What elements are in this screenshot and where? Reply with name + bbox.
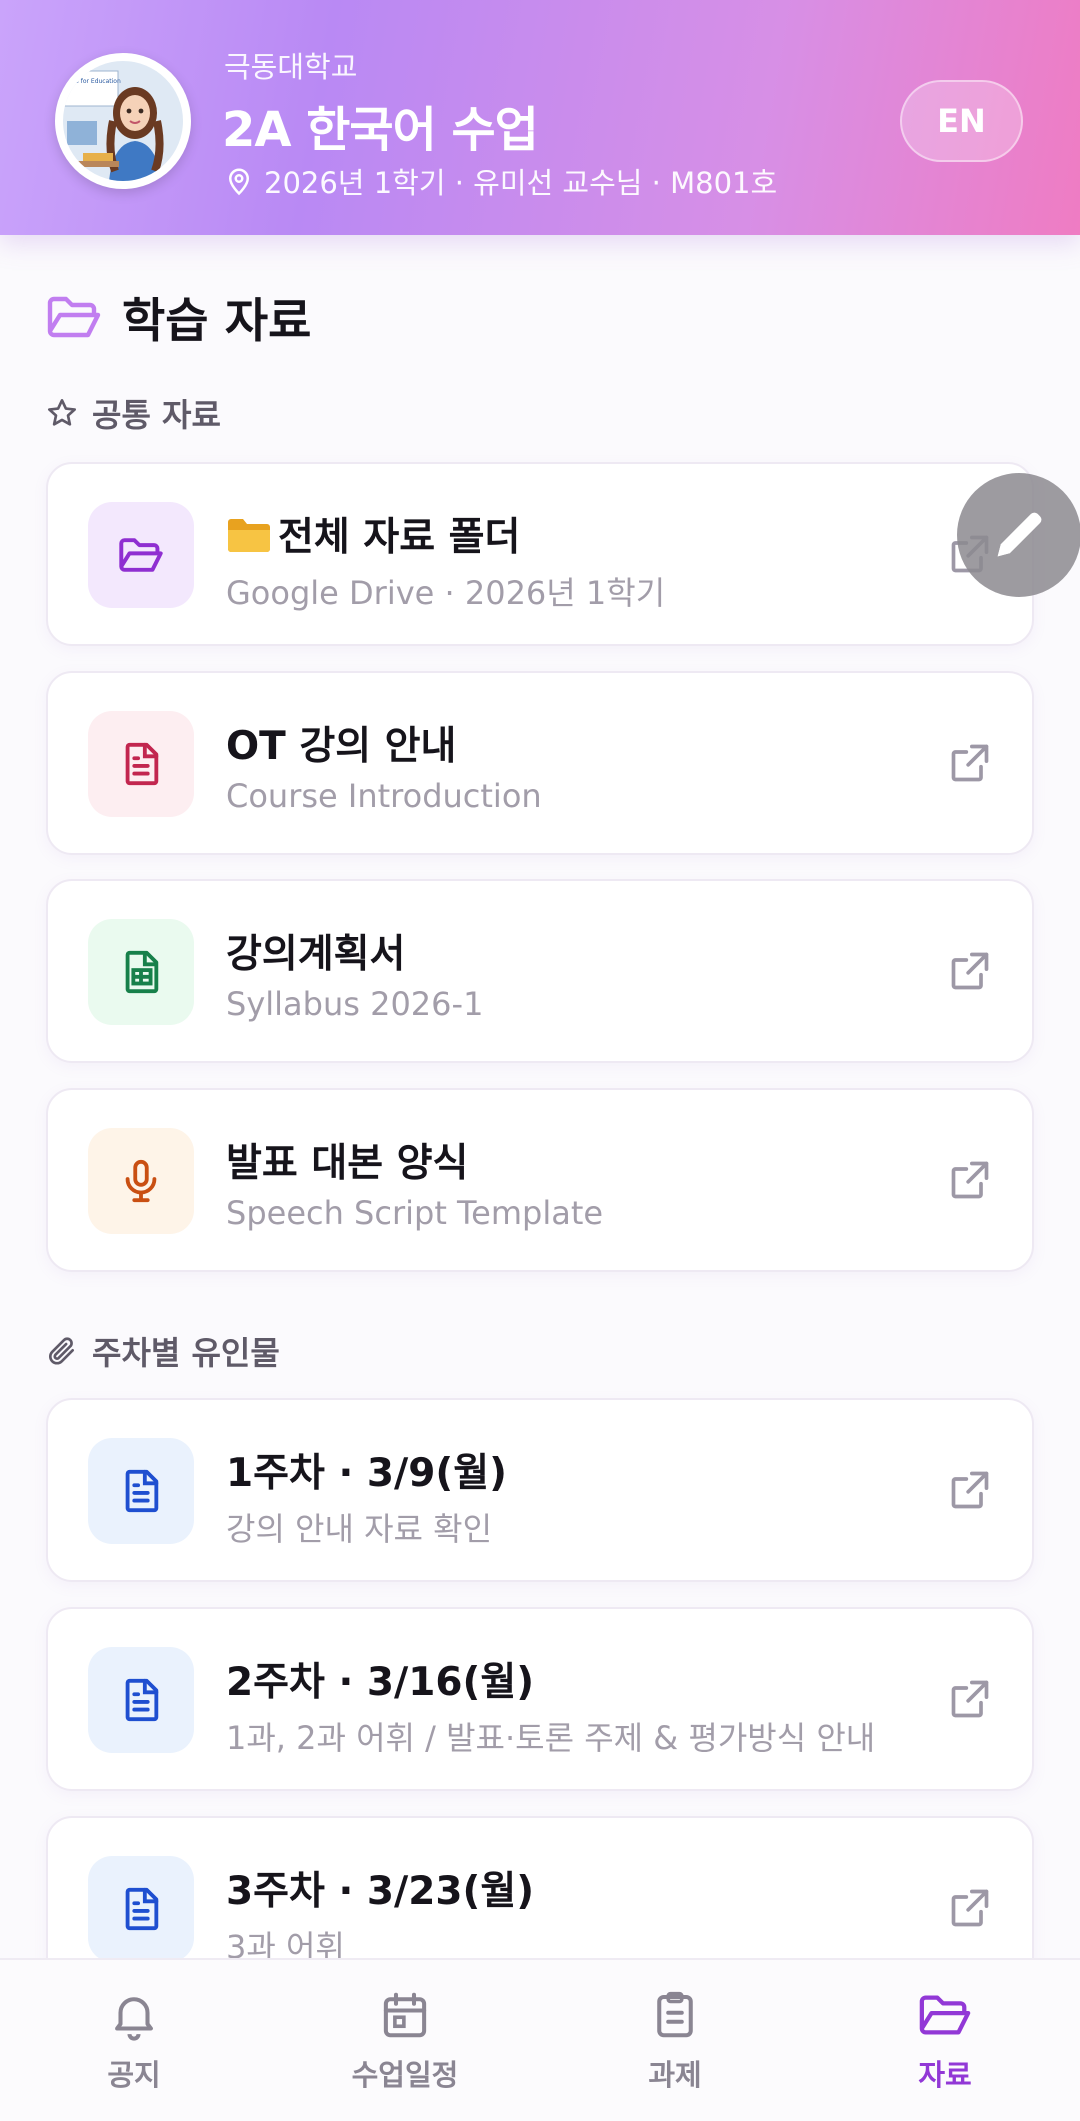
card-title-text: 전체 자료 폴더 — [278, 515, 521, 560]
external-link-icon[interactable] — [948, 949, 992, 993]
card-icon-box — [88, 711, 194, 817]
star-icon — [48, 399, 76, 426]
common-materials-heading: 공통 자료 — [46, 390, 221, 436]
svg-text:ogle for Education: ogle for Education — [66, 78, 121, 85]
card-title: OT 강의 안내 — [226, 724, 457, 769]
document-icon — [125, 742, 159, 786]
card-title: 2주차 · 3/16(월) — [226, 1660, 535, 1705]
page-title: 학습 자료 — [46, 282, 311, 351]
course-meta-text: 2026년 1학기 · 유미선 교수님 · M801호 — [264, 166, 778, 200]
external-link-icon[interactable] — [948, 1677, 992, 1721]
material-card-speech-template[interactable]: 발표 대본 양식 Speech Script Template — [46, 1088, 1034, 1272]
spreadsheet-icon — [125, 950, 159, 994]
weekly-handouts-heading: 주차별 유인물 — [46, 1328, 280, 1374]
nav-item-label: 수업일정 — [351, 2058, 459, 2092]
nav-item-assignments[interactable]: 과제 — [575, 1988, 775, 2094]
card-icon-box — [88, 1647, 194, 1753]
card-title: 발표 대본 양식 — [226, 1141, 469, 1186]
pencil-icon — [997, 512, 1042, 557]
microphone-icon — [125, 1159, 157, 1203]
nav-item-notice[interactable]: 공지 — [34, 1988, 234, 2094]
nav-item-schedule[interactable]: 수업일정 — [305, 1988, 505, 2094]
document-icon — [125, 1887, 159, 1931]
material-card-ot[interactable]: OT 강의 안내 Course Introduction — [46, 671, 1034, 855]
material-card-all-folder[interactable]: 전체 자료 폴더 Google Drive · 2026년 1학기 — [46, 462, 1034, 646]
card-title: 3주차 · 3/23(월) — [226, 1869, 535, 1914]
folder-open-icon — [919, 1995, 971, 2035]
card-icon-box — [88, 1856, 194, 1962]
weekly-card-week-1[interactable]: 1주차 · 3/9(월) 강의 안내 자료 확인 — [46, 1398, 1034, 1582]
card-title: 1주차 · 3/9(월) — [226, 1451, 507, 1496]
card-subtitle: Course Introduction — [226, 777, 542, 815]
clipboard-icon — [657, 1991, 693, 2038]
edit-fab-button[interactable] — [957, 473, 1080, 597]
document-icon — [125, 1678, 159, 1722]
card-icon-box — [88, 502, 194, 608]
card-icon-box — [88, 1438, 194, 1544]
common-materials-heading-text: 공통 자료 — [92, 396, 221, 434]
course-meta: 2026년 1학기 · 유미선 교수님 · M801호 — [224, 160, 777, 202]
external-link-icon[interactable] — [948, 1468, 992, 1512]
teacher-avatar-image: ogle for Education — [63, 61, 183, 181]
app-header: ogle for Education 극동대학교 2A 한국어 수업 2026년… — [0, 0, 1080, 235]
card-subtitle: Syllabus 2026-1 — [226, 985, 484, 1023]
folder-open-icon — [47, 296, 101, 337]
folder-open-icon — [119, 538, 163, 572]
card-subtitle: Google Drive · 2026년 1학기 — [226, 574, 666, 612]
nav-item-materials[interactable]: 자료 — [845, 1988, 1045, 2094]
card-subtitle: 강의 안내 자료 확인 — [226, 1510, 493, 1548]
nav-item-label: 자료 — [918, 2058, 972, 2092]
weekly-handouts-heading-text: 주차별 유인물 — [92, 1334, 280, 1372]
weekly-card-week-2[interactable]: 2주차 · 3/16(월) 1과, 2과 어휘 / 발표·토론 주제 & 평가방… — [46, 1607, 1034, 1791]
calendar-icon — [383, 1992, 427, 2038]
bell-icon — [115, 1997, 153, 2041]
external-link-icon[interactable] — [948, 1886, 992, 1930]
language-toggle-button[interactable]: EN — [900, 80, 1023, 162]
location-pin-icon — [228, 168, 250, 196]
card-title: 강의계획서 — [226, 932, 406, 977]
external-link-icon[interactable] — [948, 1158, 992, 1202]
nav-item-label: 과제 — [648, 2058, 702, 2092]
course-title: 2A 한국어 수업 — [222, 102, 539, 158]
paperclip-icon — [49, 1337, 74, 1365]
page-title-text: 학습 자료 — [122, 294, 312, 349]
card-icon-box — [88, 919, 194, 1025]
external-link-icon[interactable] — [948, 741, 992, 785]
card-subtitle: 1과, 2과 어휘 / 발표·토론 주제 & 평가방식 안내 — [226, 1719, 876, 1757]
document-icon — [125, 1469, 159, 1513]
material-card-syllabus[interactable]: 강의계획서 Syllabus 2026-1 — [46, 879, 1034, 1063]
nav-item-label: 공지 — [107, 2058, 161, 2092]
course-avatar: ogle for Education — [55, 53, 191, 189]
folder-emoji-icon — [228, 519, 270, 552]
card-icon-box — [88, 1128, 194, 1234]
card-title: 전체 자료 폴더 — [226, 506, 520, 562]
bottom-navigation: 공지 수업일정 과제 자료 — [0, 1958, 1080, 2121]
card-subtitle: Speech Script Template — [226, 1194, 604, 1232]
university-name: 극동대학교 — [224, 50, 358, 84]
